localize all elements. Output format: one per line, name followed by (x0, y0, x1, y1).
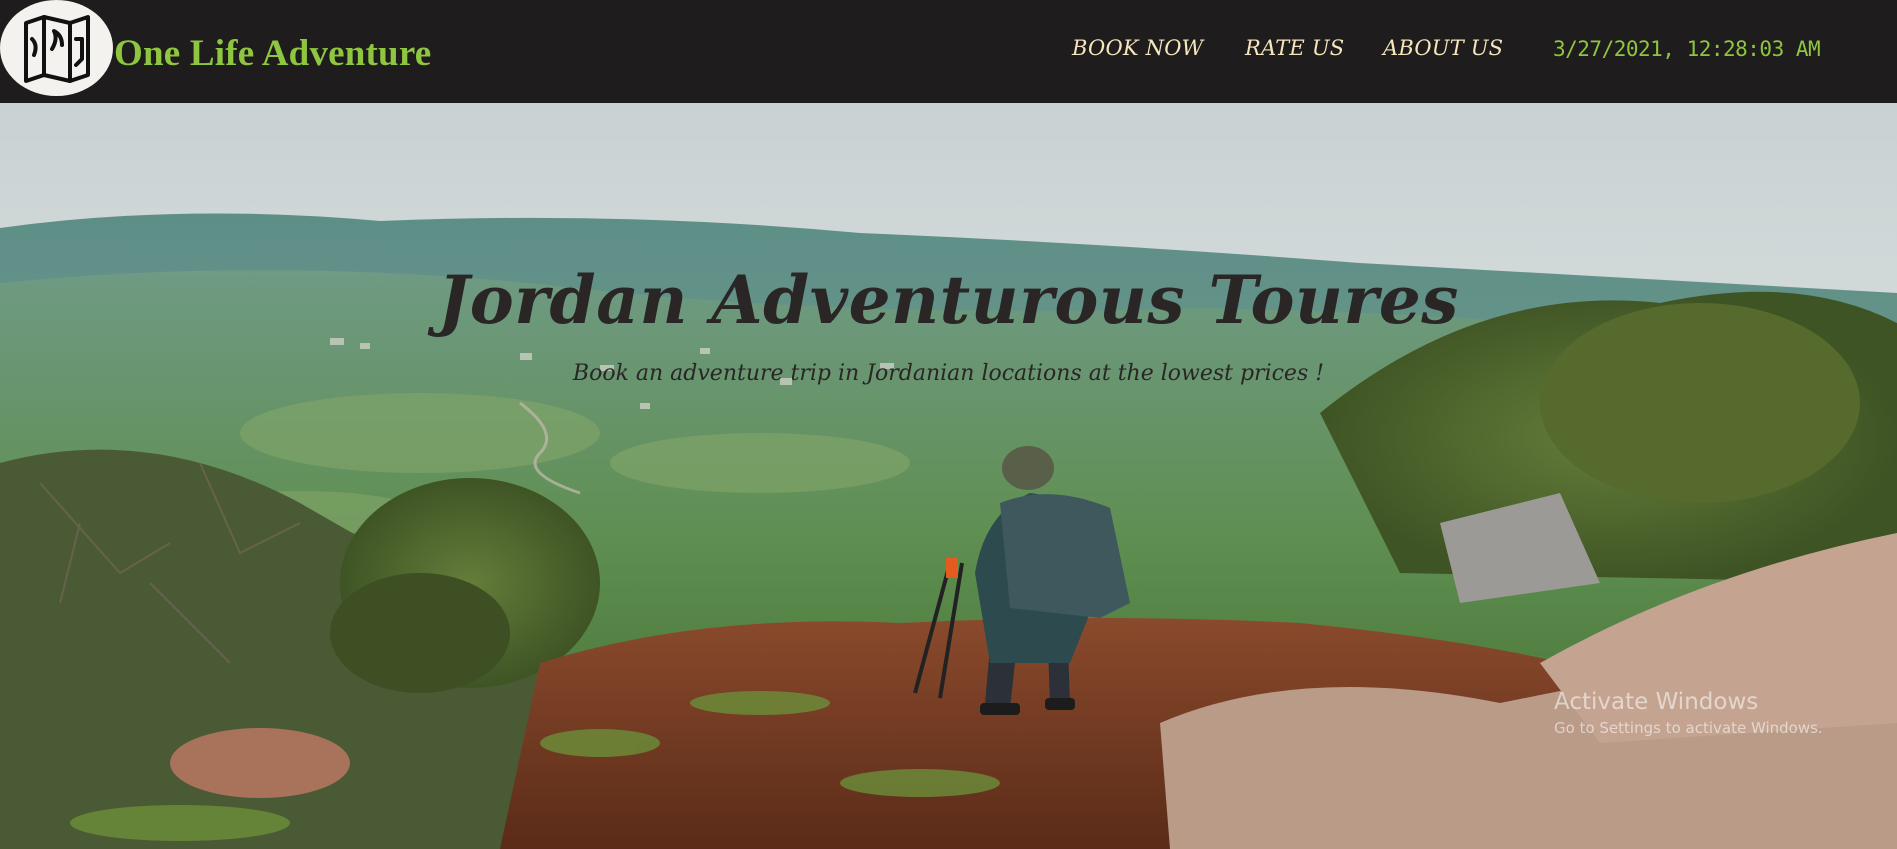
hero-background-image (0, 103, 1897, 849)
top-navbar: One Life Adventure BOOK NOW RATE US ABOU… (0, 0, 1897, 103)
hero-banner: Jordan Adventurous Toures Book an advent… (0, 103, 1897, 849)
activate-windows-watermark: Activate Windows Go to Settings to activ… (1554, 689, 1823, 737)
hero-subtitle: Book an adventure trip in Jordanian loca… (572, 361, 1325, 386)
map-icon (23, 15, 90, 83)
nav-rate-us[interactable]: RATE US (1245, 36, 1344, 60)
watermark-title: Activate Windows (1554, 689, 1759, 715)
watermark-subtitle: Go to Settings to activate Windows. (1554, 719, 1823, 737)
nav-about-us[interactable]: ABOUT US (1383, 36, 1503, 60)
hero-title: Jordan Adventurous Toures (438, 261, 1459, 339)
nav-book-now[interactable]: BOOK NOW (1072, 36, 1203, 60)
datetime-display: 3/27/2021, 12:28:03 AM (1553, 37, 1821, 61)
logo[interactable] (0, 0, 113, 96)
brand-name[interactable]: One Life Adventure (114, 32, 431, 75)
